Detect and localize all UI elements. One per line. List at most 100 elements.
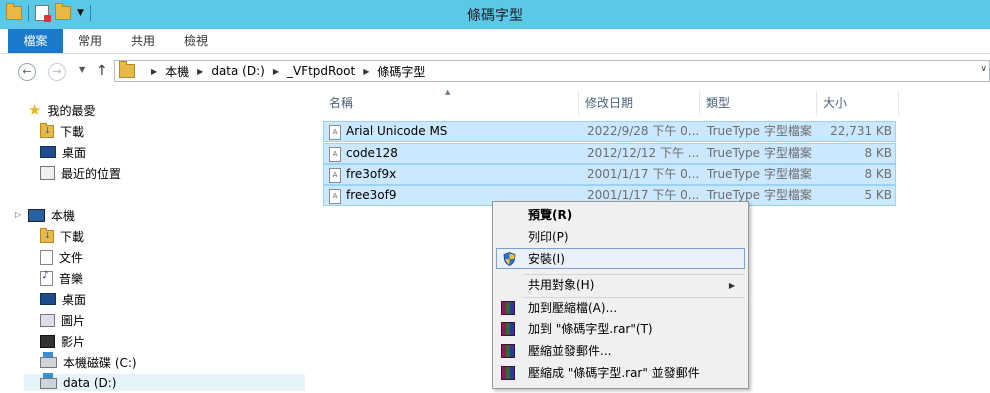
desktop-icon <box>40 146 56 158</box>
sidebar-item-recent-places[interactable]: 最近的位置 <box>40 163 121 183</box>
file-name: Arial Unicode MS <box>346 124 448 138</box>
sidebar-item-downloads[interactable]: ↓ 下載 <box>40 226 84 246</box>
file-size: 8 KB <box>864 146 892 160</box>
address-bar[interactable]: ▶ 本機 ▶ data (D:) ▶ _VFtpdRoot ▶ 條碼字型 ∨ <box>114 60 990 82</box>
column-header-modified[interactable]: 修改日期 <box>579 91 700 115</box>
sidebar-item-favorites[interactable]: ★ 我的最愛 <box>28 100 95 120</box>
back-button[interactable]: ← <box>18 63 36 81</box>
sidebar-item-music[interactable]: 音樂 <box>40 268 83 288</box>
forward-button[interactable]: → <box>48 63 66 81</box>
file-modified: 2022/9/28 下午 0... <box>587 124 700 138</box>
breadcrumb-item[interactable]: _VFtpdRoot <box>287 64 355 78</box>
file-size: 5 KB <box>864 188 892 202</box>
winrar-icon <box>501 366 515 380</box>
sidebar-item-label: 最近的位置 <box>61 166 122 181</box>
table-row[interactable]: A fre3of9x 2001/1/17 下午 0... TrueType 字型… <box>323 164 896 185</box>
music-icon <box>40 270 53 286</box>
sidebar-item-pictures[interactable]: 圖片 <box>40 310 85 330</box>
breadcrumb-item[interactable]: 條碼字型 <box>377 63 425 80</box>
table-row[interactable]: A code128 2012/12/12 下午 ... TrueType 字型檔… <box>323 143 896 164</box>
file-modified: 2001/1/17 下午 0... <box>587 167 700 181</box>
address-row: ← → ▼ ↑ ▶ 本機 ▶ data (D:) ▶ _VFtpdRoot ▶ … <box>0 54 990 90</box>
chevron-right-icon[interactable]: ▶ <box>151 67 157 76</box>
sidebar-item-drive-d[interactable]: data (D:) <box>40 372 117 393</box>
tab-file[interactable]: 檔案 <box>8 29 63 53</box>
menu-item-compress-and-email[interactable]: 壓縮並發郵件... <box>496 341 745 362</box>
context-menu: 預覽(R) 列印(P) 安裝(I) 共用對象(H) ▶ 加到壓縮檔(A)... … <box>492 201 749 389</box>
menu-item-add-to-archive[interactable]: 加到壓縮檔(A)... <box>496 298 745 319</box>
sidebar-item-label: 圖片 <box>61 313 86 328</box>
chevron-right-icon[interactable]: ▶ <box>197 67 203 76</box>
file-modified: 2012/12/12 下午 ... <box>587 146 700 160</box>
menu-item-label: 加到 "條碼字型.rar"(T) <box>528 322 653 336</box>
sidebar-item-this-pc[interactable]: 本機 <box>28 205 75 225</box>
tab-share[interactable]: 共用 <box>117 29 169 53</box>
file-name: free3of9 <box>346 188 397 202</box>
menu-item-preview[interactable]: 預覽(R) <box>496 205 745 226</box>
file-size: 22,731 KB <box>830 124 892 138</box>
sidebar-item-label: 下載 <box>60 229 85 244</box>
pictures-icon <box>40 313 55 327</box>
sidebar-item-desktop[interactable]: 桌面 <box>40 142 86 162</box>
file-type: TrueType 字型檔案 <box>707 124 812 138</box>
file-type: TrueType 字型檔案 <box>707 146 812 160</box>
downloads-folder-icon: ↓ <box>40 122 54 138</box>
breadcrumb-item[interactable]: data (D:) <box>211 64 265 78</box>
star-icon: ★ <box>28 100 42 119</box>
drive-icon <box>40 372 57 389</box>
font-file-icon: A <box>329 168 341 183</box>
sidebar-item-documents[interactable]: 文件 <box>40 247 83 267</box>
sidebar-item-drive-c[interactable]: 本機磁碟 (C:) <box>40 351 137 372</box>
menu-item-label: 安裝(I) <box>528 252 565 266</box>
file-name: code128 <box>346 146 398 160</box>
file-size: 8 KB <box>864 167 892 181</box>
menu-item-compress-to-rar-and-email[interactable]: 壓縮成 "條碼字型.rar" 並發郵件 <box>496 363 745 384</box>
navigation-pane: ★ 我的最愛 ↓ 下載 桌面 最近的位置 ▷ 本機 ↓ 下載 文件 音樂 桌面 … <box>0 90 305 390</box>
font-file-icon: A <box>329 147 341 162</box>
address-dropdown-chevron-icon[interactable]: ∨ <box>980 64 987 74</box>
desktop-icon <box>40 293 56 305</box>
sidebar-item-label: 桌面 <box>62 145 87 160</box>
table-row[interactable]: A Arial Unicode MS 2022/9/28 下午 0... Tru… <box>323 121 896 142</box>
menu-item-share-with[interactable]: 共用對象(H) ▶ <box>496 275 745 296</box>
tab-view[interactable]: 檢視 <box>169 29 223 53</box>
menu-item-label: 加到壓縮檔(A)... <box>528 301 618 315</box>
folder-icon <box>119 61 135 78</box>
collapse-chevron-icon[interactable]: ▷ <box>15 210 21 219</box>
column-header-name[interactable]: 名稱 <box>323 91 579 115</box>
menu-item-print[interactable]: 列印(P) <box>496 227 745 248</box>
breadcrumb: ▶ 本機 ▶ data (D:) ▶ _VFtpdRoot ▶ 條碼字型 <box>119 61 425 81</box>
breadcrumb-item[interactable]: 本機 <box>165 63 189 80</box>
up-arrow-icon[interactable]: ↑ <box>96 63 108 79</box>
sidebar-item-downloads[interactable]: ↓ 下載 <box>40 121 84 141</box>
recent-locations-chevron-icon[interactable]: ▼ <box>79 65 85 74</box>
videos-icon <box>40 334 55 348</box>
column-header-size[interactable]: 大小 <box>817 91 899 115</box>
recent-places-icon <box>40 166 55 180</box>
sidebar-item-desktop[interactable]: 桌面 <box>40 289 86 309</box>
tab-home[interactable]: 常用 <box>63 29 117 53</box>
sidebar-item-label: 本機磁碟 (C:) <box>63 355 137 370</box>
submenu-arrow-icon: ▶ <box>728 281 735 290</box>
sidebar-item-label: 本機 <box>51 208 76 223</box>
downloads-folder-icon: ↓ <box>40 227 54 243</box>
column-header-type[interactable]: 類型 <box>700 91 817 115</box>
sidebar-item-label: data (D:) <box>63 376 117 390</box>
file-type: TrueType 字型檔案 <box>707 167 812 181</box>
menu-item-label: 預覽(R) <box>528 208 573 222</box>
sidebar-item-label: 文件 <box>59 250 84 265</box>
menu-item-label: 列印(P) <box>528 230 569 244</box>
uac-shield-icon <box>503 252 516 266</box>
winrar-icon <box>501 301 515 315</box>
menu-item-install[interactable]: 安裝(I) <box>496 248 745 269</box>
sidebar-item-label: 桌面 <box>62 292 87 307</box>
menu-item-add-to-rar[interactable]: 加到 "條碼字型.rar"(T) <box>496 319 745 340</box>
sidebar-item-label: 音樂 <box>59 271 84 286</box>
window-title: 條碼字型 <box>467 8 523 24</box>
font-file-icon: A <box>329 189 341 204</box>
windows-drive-icon <box>40 351 57 368</box>
menu-item-label: 壓縮成 "條碼字型.rar" 並發郵件 <box>528 366 700 380</box>
chevron-right-icon[interactable]: ▶ <box>273 67 279 76</box>
sidebar-item-videos[interactable]: 影片 <box>40 331 85 351</box>
chevron-right-icon[interactable]: ▶ <box>363 67 369 76</box>
